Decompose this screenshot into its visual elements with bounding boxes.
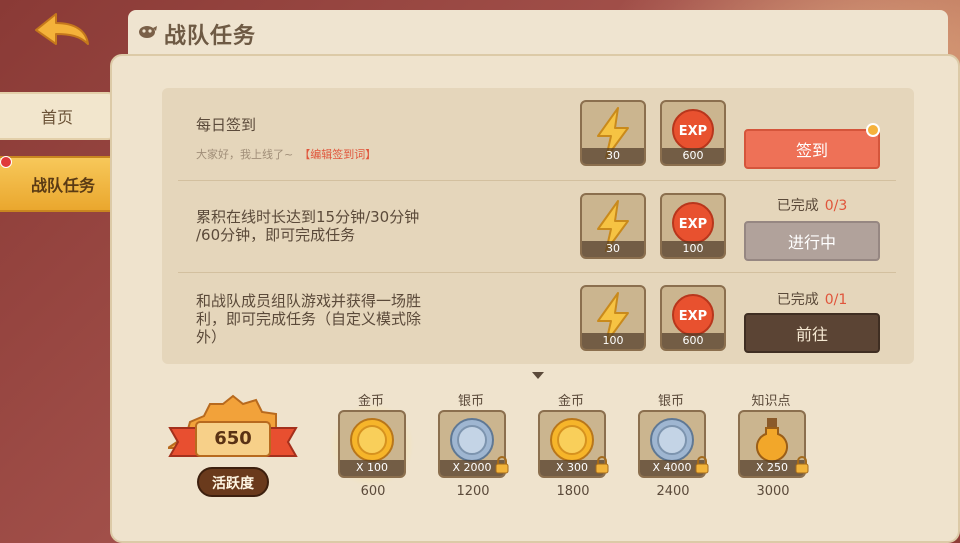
- activity-threshold: 1200: [456, 484, 490, 499]
- reward-value: 100: [582, 333, 644, 349]
- reward-chest-gold[interactable]: X 100: [338, 410, 406, 478]
- page-title: 战队任务: [164, 24, 257, 49]
- reward-energy: 30: [580, 193, 646, 259]
- lock-icon: [595, 456, 609, 474]
- status-label: 已完成: [776, 198, 819, 214]
- task-subtitle: 大家好，我上线了~ 【编辑签到词】: [196, 146, 376, 162]
- status-count: 0/1: [824, 292, 848, 308]
- team-icon: [138, 24, 158, 40]
- notification-dot: [866, 123, 880, 137]
- task-status: 已完成 0/3: [744, 195, 880, 215]
- task-title-line: /60分钟，即可完成任务: [196, 226, 356, 244]
- reward-energy: 30: [580, 100, 646, 166]
- activity-value: 650: [214, 428, 252, 449]
- sidebar-item-home[interactable]: 首页: [0, 92, 116, 140]
- activity-threshold: 600: [360, 484, 386, 499]
- reward-value: 30: [582, 148, 644, 164]
- scroll-down-indicator: [532, 372, 544, 379]
- status-label: 已完成: [776, 292, 819, 308]
- activity-threshold: 2400: [656, 484, 690, 499]
- edit-checkin-link[interactable]: 【编辑签到词】: [299, 148, 376, 161]
- chest-title: 金币: [557, 394, 584, 409]
- in-progress-button[interactable]: 进行中: [744, 221, 880, 261]
- reward-value: 600: [662, 333, 724, 349]
- chest-title: 银币: [457, 394, 484, 409]
- status-count: 0/3: [824, 198, 848, 214]
- reward-value: 30: [582, 241, 644, 257]
- notification-dot: [0, 156, 12, 168]
- task-title-line: 外）: [196, 328, 227, 346]
- lock-icon: [695, 456, 709, 474]
- activity-threshold: 1800: [556, 484, 590, 499]
- reward-value: 100: [662, 241, 724, 257]
- activity-threshold: 3000: [756, 484, 790, 499]
- go-button[interactable]: 前往: [744, 313, 880, 353]
- task-title: 每日签到: [196, 116, 257, 134]
- lock-icon: [495, 456, 509, 474]
- row-divider: [178, 272, 896, 273]
- task-title-line: 利，即可完成任务（自定义模式除: [196, 310, 422, 328]
- chest-title: 银币: [657, 394, 684, 409]
- reward-energy: 100: [580, 285, 646, 351]
- task-title: 和战队成员组队游戏并获得一场胜 利，即可完成任务（自定义模式除 外）: [196, 292, 421, 346]
- task-status: 已完成 0/1: [744, 289, 880, 309]
- chest-title: 知识点: [751, 394, 791, 409]
- reward-exp: EXP 100: [660, 193, 726, 259]
- task-title-line: 累积在线时长达到15分钟/30分钟: [196, 208, 420, 226]
- back-arrow-icon: [35, 13, 89, 45]
- checkin-button[interactable]: 签到: [744, 129, 880, 169]
- task-title-line: 和战队成员组队游戏并获得一场胜: [196, 292, 422, 310]
- activity-label: 活跃度: [212, 476, 254, 492]
- reward-exp: EXP 600: [660, 285, 726, 351]
- checkin-message: 大家好，我上线了~: [196, 148, 294, 161]
- back-button[interactable]: [30, 10, 94, 50]
- sidebar-item-team-tasks[interactable]: 战队任务: [0, 156, 128, 212]
- svg-text:EXP: EXP: [679, 217, 707, 232]
- lock-icon: [795, 456, 809, 474]
- chest-amount: X 100: [340, 460, 404, 476]
- task-title: 累积在线时长达到15分钟/30分钟 /60分钟，即可完成任务: [196, 208, 419, 244]
- reward-value: 600: [662, 148, 724, 164]
- svg-text:EXP: EXP: [679, 124, 707, 139]
- row-divider: [178, 180, 896, 181]
- reward-exp: EXP 600: [660, 100, 726, 166]
- svg-text:EXP: EXP: [679, 309, 707, 324]
